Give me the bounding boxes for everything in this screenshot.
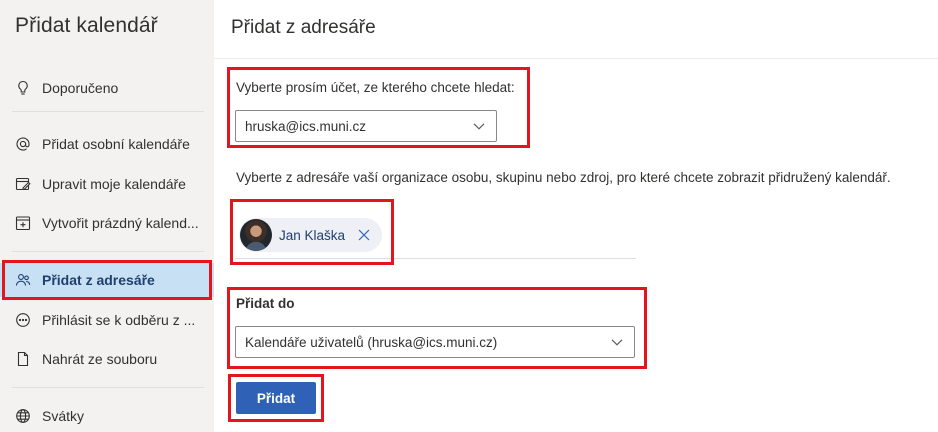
sidebar-item-personal[interactable]: Přidat osobní kalendáře bbox=[0, 127, 214, 161]
person-name: Jan Klaška bbox=[279, 227, 346, 243]
page-title: Přidat z adresáře bbox=[231, 17, 376, 38]
sidebar-item-recommended[interactable]: Doporučeno bbox=[0, 71, 214, 105]
file-icon bbox=[15, 351, 31, 367]
add-to-label: Přidat do bbox=[236, 296, 295, 311]
sidebar-item-label: Vytvořit prázdný kalend... bbox=[42, 215, 199, 231]
header-divider bbox=[214, 58, 938, 59]
sidebar-title: Přidat kalendář bbox=[15, 14, 158, 37]
sidebar-item-edit[interactable]: Upravit moje kalendáře bbox=[0, 167, 214, 201]
account-label: Vyberte prosím účet, ze kterého chcete h… bbox=[236, 80, 515, 95]
chevron-down-icon bbox=[473, 123, 485, 130]
sidebar-divider bbox=[12, 111, 204, 112]
close-icon[interactable] bbox=[357, 228, 371, 242]
people-icon bbox=[15, 272, 31, 288]
lightbulb-icon bbox=[15, 80, 31, 96]
people-picker-underline bbox=[235, 258, 636, 259]
add-calendar-dialog: Přidat kalendář Doporučeno Přidat osobní… bbox=[0, 0, 938, 432]
sidebar-item-label: Nahrát ze souboru bbox=[42, 351, 158, 367]
person-chip[interactable]: Jan Klaška bbox=[239, 218, 382, 252]
globe-icon bbox=[15, 408, 31, 424]
sidebar-item-label: Přidat osobní kalendáře bbox=[42, 136, 190, 152]
sidebar-item-label: Přihlásit se k odběru z ... bbox=[42, 312, 196, 328]
edit-calendar-icon bbox=[15, 176, 31, 192]
add-button[interactable]: Přidat bbox=[236, 382, 316, 414]
main-panel: Přidat z adresáře bbox=[214, 0, 938, 432]
sidebar-item-holidays[interactable]: Svátky bbox=[0, 399, 214, 432]
sidebar-item-from-directory[interactable]: Přidat z adresáře bbox=[0, 263, 214, 297]
at-icon bbox=[15, 136, 31, 152]
avatar bbox=[240, 219, 272, 251]
directory-label: Vyberte z adresáře vaší organizace osobu… bbox=[236, 170, 891, 185]
chevron-down-icon bbox=[611, 339, 623, 346]
sidebar-item-subscribe[interactable]: Přihlásit se k odběru z ... bbox=[0, 303, 214, 337]
sidebar-divider bbox=[12, 387, 204, 388]
sidebar-item-label: Upravit moje kalendáře bbox=[42, 176, 186, 192]
sidebar-item-create-blank[interactable]: Vytvořit prázdný kalend... bbox=[0, 206, 214, 240]
sidebar: Přidat kalendář Doporučeno Přidat osobní… bbox=[0, 0, 214, 432]
sidebar-item-upload-file[interactable]: Nahrát ze souboru bbox=[0, 342, 214, 376]
add-calendar-icon bbox=[15, 215, 31, 231]
account-select-value: hruska@ics.muni.cz bbox=[245, 118, 366, 134]
sidebar-divider bbox=[12, 251, 204, 252]
add-to-select[interactable]: Kalendáře uživatelů (hruska@ics.muni.cz) bbox=[235, 326, 635, 358]
subscribe-icon bbox=[15, 312, 31, 328]
sidebar-item-label: Přidat z adresáře bbox=[42, 272, 155, 288]
add-to-select-value: Kalendáře uživatelů (hruska@ics.muni.cz) bbox=[245, 334, 498, 350]
sidebar-item-label: Svátky bbox=[42, 408, 85, 424]
account-select[interactable]: hruska@ics.muni.cz bbox=[235, 110, 497, 142]
sidebar-item-label: Doporučeno bbox=[42, 80, 119, 96]
